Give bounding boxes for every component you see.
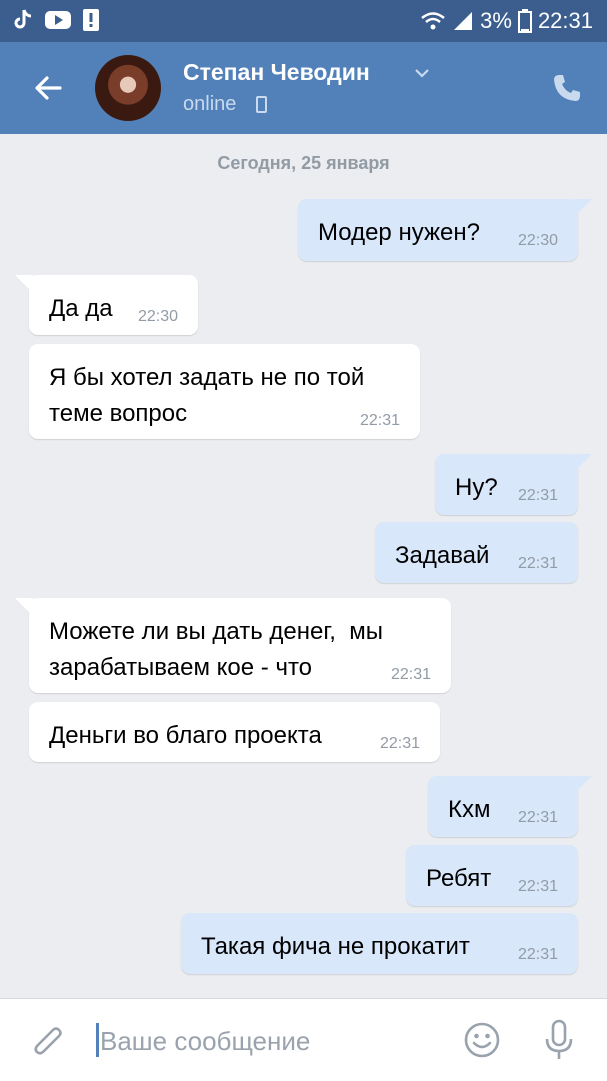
battery-percent: 3% bbox=[480, 8, 512, 33]
bubble-tail bbox=[15, 598, 33, 616]
bubble-tail bbox=[574, 454, 592, 472]
contact-status: online bbox=[183, 93, 237, 115]
message-composer bbox=[0, 998, 607, 1081]
avatar[interactable] bbox=[95, 55, 161, 121]
chevron-down-icon[interactable] bbox=[413, 66, 431, 80]
notification-icon bbox=[83, 9, 99, 31]
status-bar: 3% 22:31 bbox=[0, 0, 607, 42]
battery-icon bbox=[517, 9, 532, 33]
message-text: Можете ли вы дать денег, мы зарабатываем… bbox=[49, 618, 383, 681]
signal-icon bbox=[454, 12, 473, 30]
tiktok-icon bbox=[14, 9, 32, 29]
message-time: 22:31 bbox=[517, 555, 558, 572]
message-text: Модер нужен? bbox=[318, 219, 480, 246]
message-time: 22:30 bbox=[137, 308, 178, 325]
back-arrow-icon[interactable] bbox=[30, 70, 66, 106]
message-bubble-outgoing[interactable]: Модер нужен? 22:30 bbox=[298, 199, 592, 261]
message-time: 22:31 bbox=[517, 946, 558, 963]
phone-icon[interactable] bbox=[551, 72, 583, 104]
message-text: Да да bbox=[49, 295, 113, 322]
message-text: Задавай bbox=[395, 542, 490, 569]
message-text: Деньги во благо проекта bbox=[49, 722, 322, 749]
message-time: 22:31 bbox=[517, 809, 558, 826]
bubble-tail bbox=[574, 199, 592, 217]
message-text: Такая фича не прокатит bbox=[201, 933, 470, 960]
attach-icon[interactable] bbox=[28, 1023, 68, 1063]
status-bar-system: 3% 22:31 bbox=[420, 8, 593, 34]
text-cursor bbox=[96, 1023, 99, 1057]
chat-header: Степан Чеводин online bbox=[0, 42, 607, 134]
message-time: 22:30 bbox=[517, 232, 558, 249]
message-time: 22:31 bbox=[379, 735, 420, 752]
youtube-icon bbox=[45, 11, 71, 29]
message-bubble-outgoing[interactable]: Кхм 22:31 bbox=[428, 776, 592, 837]
message-bubble-incoming[interactable]: Можете ли вы дать денег, мы зарабатываем… bbox=[15, 598, 451, 693]
message-bubble-outgoing[interactable]: Ребят 22:31 bbox=[406, 845, 578, 906]
wifi-icon bbox=[421, 12, 445, 30]
message-bubble-incoming[interactable]: Я бы хотел задать не по той теме вопрос … bbox=[29, 344, 420, 439]
message-bubble-incoming[interactable]: Да да 22:30 bbox=[15, 275, 198, 335]
message-text: Кхм bbox=[448, 796, 491, 823]
contact-name[interactable]: Степан Чеводин bbox=[183, 59, 370, 86]
message-time: 22:31 bbox=[359, 412, 400, 429]
message-time: 22:31 bbox=[390, 666, 431, 683]
microphone-icon[interactable] bbox=[544, 1019, 574, 1061]
message-bubble-incoming[interactable]: Деньги во благо проекта 22:31 bbox=[29, 702, 440, 762]
status-bar-notifications bbox=[12, 8, 100, 32]
message-time: 22:31 bbox=[517, 878, 558, 895]
bubble-tail bbox=[15, 275, 33, 293]
bubble-tail bbox=[574, 776, 592, 794]
message-text: Ну? bbox=[455, 474, 498, 501]
clock: 22:31 bbox=[537, 8, 593, 33]
message-bubble-outgoing[interactable]: Ну? 22:31 bbox=[435, 454, 592, 515]
message-input[interactable] bbox=[100, 1024, 440, 1058]
mobile-status-icon bbox=[256, 96, 267, 113]
emoji-icon[interactable] bbox=[463, 1021, 501, 1059]
message-time: 22:31 bbox=[517, 487, 558, 504]
date-divider: Сегодня, 25 января bbox=[217, 153, 390, 173]
message-bubble-outgoing[interactable]: Задавай 22:31 bbox=[375, 522, 578, 583]
message-bubble-outgoing[interactable]: Такая фича не прокатит 22:31 bbox=[181, 913, 578, 974]
message-text: Ребят bbox=[426, 865, 492, 892]
message-text: Я бы хотел задать не по той теме вопрос bbox=[49, 364, 365, 427]
